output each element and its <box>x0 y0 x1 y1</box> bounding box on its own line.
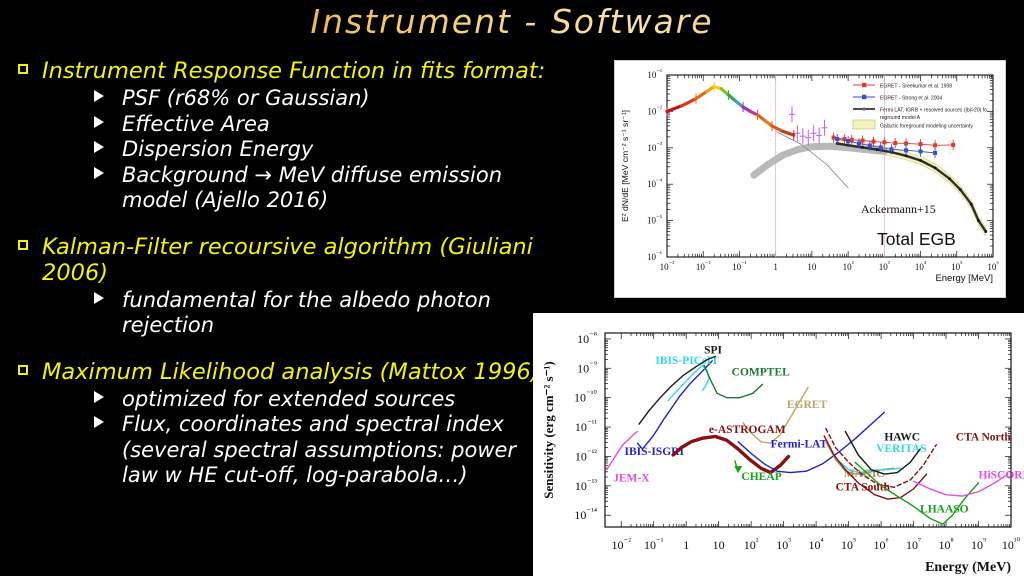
data-point <box>871 139 876 144</box>
data-point <box>861 145 865 149</box>
curve-label-jem-x: JEM-X <box>613 472 650 484</box>
square-bullet-icon <box>18 364 28 375</box>
curve-label-cta-north: CTA North <box>956 431 1012 443</box>
bullet-level1-label: Instrument Response Function in fits for… <box>42 58 546 84</box>
sensitivity-chart: 10⁻² 10⁻¹ 1 10 10² 10³ 10⁴ 10⁵ 10⁶ 10⁷ 10⁸ 10⁹ 10¹⁰1… <box>533 313 1024 576</box>
bullet-level2: fundamental for the albedo photon reject… <box>10 288 555 339</box>
bullet-level2-label: PSF (r68% or Gaussian) <box>122 86 370 110</box>
curve-label-comptel: COMPTEL <box>732 367 790 379</box>
data-point <box>933 143 938 148</box>
bullet-level2-label: Flux, coordinates and spectral index (se… <box>122 412 517 487</box>
legend-marker <box>862 94 867 100</box>
x-tick-label: 10 <box>713 538 725 552</box>
bullet-level2-label: optimized for extended sources <box>122 386 456 411</box>
x-axis-label: Energy (MeV) <box>925 560 1011 575</box>
data-point <box>918 142 923 147</box>
square-bullet-icon <box>18 64 28 74</box>
curve-label-ibis-picsit: IBIS-PICsIT <box>655 355 719 367</box>
legend-label: Galactic foreground modeling uncertainty <box>880 124 973 130</box>
data-point <box>856 141 861 146</box>
x-tick-label: 1 <box>683 538 689 552</box>
data-point <box>889 147 894 152</box>
data-point <box>958 188 962 192</box>
bullet-level1: Maximum Likelihood analysis (Mattox 1996… <box>10 359 555 385</box>
arrow-bullet-icon <box>94 291 104 304</box>
slide: Instrument - Software Instrument Respons… <box>0 0 1024 576</box>
bullet-level2: Background → MeV diffuse emission model … <box>10 163 555 214</box>
x-tick-label: 1 <box>773 262 778 272</box>
data-point <box>875 148 879 152</box>
curve-label-egret: EGRET <box>787 399 828 411</box>
legend-marker <box>862 82 867 88</box>
arrow-bullet-icon <box>94 115 104 128</box>
annotation-title: Total EGB <box>877 229 956 249</box>
total-egb-chart: 10⁻³ 10⁻² 10⁻¹ 1 10 10² 10³ 10⁴ 10⁵ 10⁶10⁻¹10⁻²10… <box>615 61 1005 297</box>
legend-label: Fermi LAT, IGRB + resolved sources (|b|>… <box>880 108 987 114</box>
y-axis-label: Sensitivity (erg cm⁻² s⁻¹) <box>541 361 556 498</box>
x-axis-label: Energy [MeV] <box>935 273 993 284</box>
bullet-level2-label: Dispersion Energy <box>122 137 314 161</box>
data-point <box>893 141 898 146</box>
figure-total-egb: 10⁻³ 10⁻² 10⁻¹ 1 10 10² 10³ 10⁴ 10⁵ 10⁶ 10⁻¹ 10⁻² 10… <box>614 60 1006 298</box>
curve-label-veritas: VERITAS <box>876 443 926 455</box>
data-point <box>882 140 887 145</box>
bullet-level2-label: Background → MeV diffuse emission model … <box>122 162 503 213</box>
data-point <box>835 137 840 142</box>
data-point <box>984 230 988 234</box>
bullet-level2-label: fundamental for the albedo photon reject… <box>122 287 491 338</box>
figure-sensitivity: 10⁻² 10⁻¹ 1 10 10² 10³ 10⁴ 10⁵ 10⁶ 10⁷ 10⁸ 10⁹ 10¹⁰ 1… <box>533 313 1024 576</box>
bullet-level2: PSF (r68% or Gaussian) <box>10 86 555 112</box>
data-point <box>977 219 981 223</box>
square-bullet-icon <box>18 239 28 250</box>
x-tick-label: 10 <box>807 262 817 272</box>
curve-label-cheap: CHEAP <box>741 471 781 483</box>
legend-label: EGRET - Sreekumar et al. 1998 <box>880 84 952 90</box>
bullet-content: Instrument Response Function in fits for… <box>10 58 555 489</box>
data-point <box>846 139 851 144</box>
data-point <box>948 177 952 181</box>
bullet-level2: optimized for extended sources <box>10 387 555 413</box>
arrow-bullet-icon <box>94 141 104 153</box>
data-point <box>878 145 883 150</box>
data-point <box>918 149 923 154</box>
curve-label-hawc: HAWC <box>884 431 920 443</box>
data-point <box>860 138 865 143</box>
curve-label-e-astrogam: e-ASTROGAM <box>709 424 786 436</box>
data-point <box>933 150 938 155</box>
data-point <box>831 135 836 140</box>
bullet-level2: Effective Area <box>10 112 555 138</box>
legend-label: EGRET - Strong et al. 2004 <box>880 96 942 102</box>
legend-marker <box>862 107 866 111</box>
data-point <box>904 148 909 153</box>
bullet-level1: Instrument Response Function in fits for… <box>10 58 555 84</box>
bullet-level1-label: Kalman-Filter recoursive algorithm (Giul… <box>42 233 533 286</box>
curve-label-lhaaso: LHAASO <box>920 503 969 515</box>
data-point <box>933 166 937 170</box>
arrow-bullet-icon <box>94 90 104 102</box>
legend-swatch <box>852 119 876 130</box>
page-title: Instrument - Software <box>0 2 1024 41</box>
data-point <box>867 143 872 148</box>
arrow-bullet-icon <box>94 390 104 403</box>
arrow-bullet-icon <box>94 166 104 179</box>
legend-label: reground model A <box>880 115 921 121</box>
bullet-level1: Kalman-Filter recoursive algorithm (Giul… <box>10 234 555 286</box>
bullet-level1-label: Maximum Likelihood analysis (Mattox 1996… <box>42 358 540 385</box>
curve-label-spi: SPI <box>704 345 722 357</box>
curve-label-fermi-lat: Fermi-LAT <box>771 439 828 451</box>
data-point <box>904 141 909 146</box>
bullet-level2: Flux, coordinates and spectral index (se… <box>10 412 555 489</box>
y-axis-label: E² dN/dE [MeV cm⁻² s⁻¹ sr⁻¹] <box>620 110 630 222</box>
data-point <box>951 142 956 147</box>
bullet-level2: Dispersion Energy <box>10 137 555 163</box>
arrow-bullet-icon <box>94 416 104 428</box>
data-point <box>969 202 973 206</box>
bullet-level2-label: Effective Area <box>122 111 270 136</box>
curve-label-hiscore: HiSCORE <box>979 470 1024 482</box>
annotation-reference: Ackermann+15 <box>861 202 936 216</box>
data-point <box>919 159 923 163</box>
